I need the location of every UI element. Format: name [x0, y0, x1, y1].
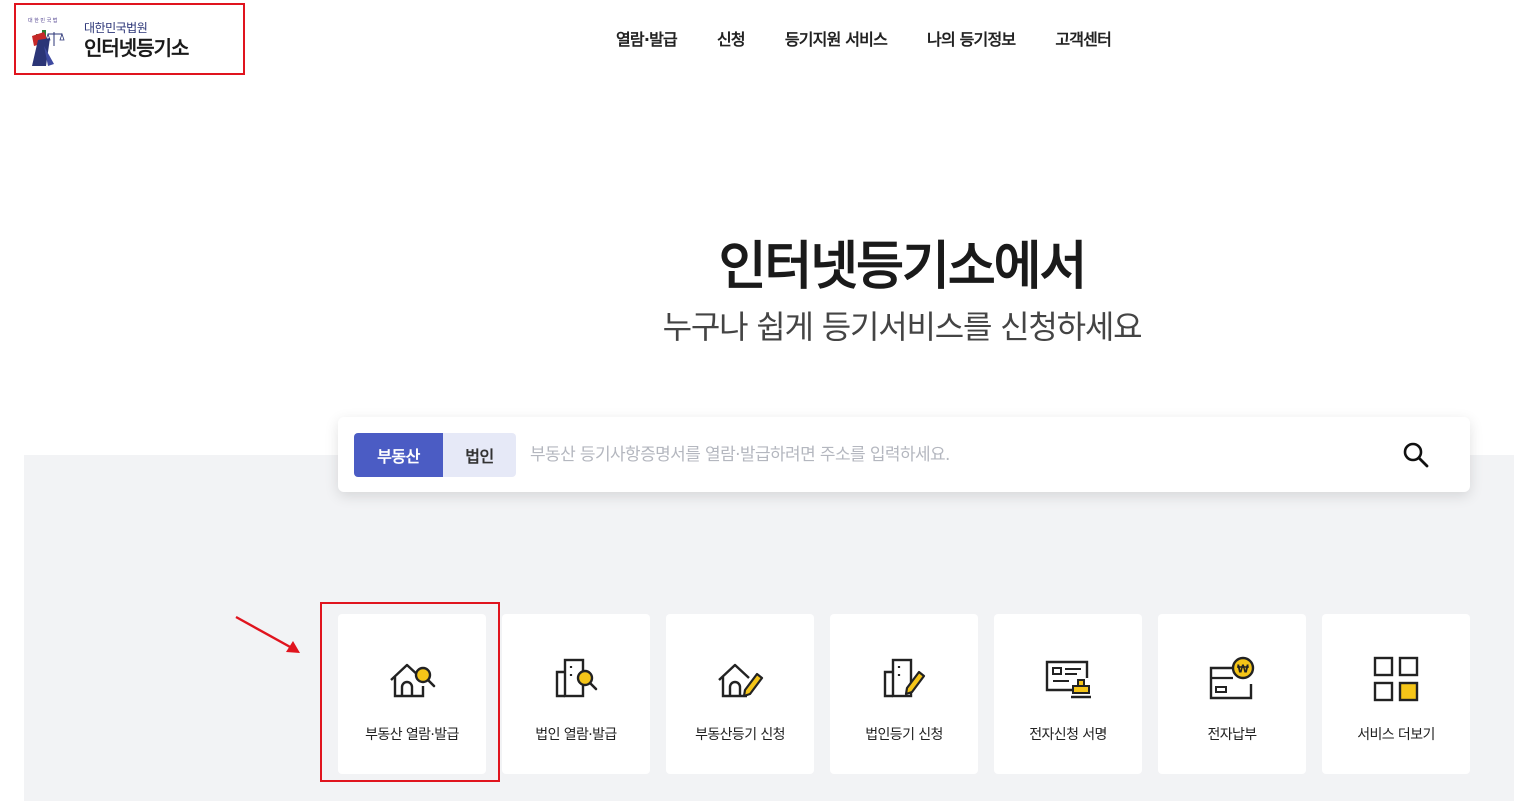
wallet-won-icon: ₩ — [1209, 656, 1255, 700]
search-icon — [1403, 442, 1429, 468]
service-label: 부동산등기 신청 — [695, 727, 785, 743]
nav-my-registry[interactable]: 나의 등기정보 — [927, 28, 1016, 52]
address-search-input[interactable] — [530, 433, 1370, 477]
service-label: 전자납부 — [1207, 727, 1257, 743]
building-pencil-icon — [883, 658, 926, 698]
red-arrow-icon — [235, 615, 300, 653]
main-nav: 열람·발급 신청 등기지원 서비스 나의 등기정보 고객센터 — [616, 28, 1151, 52]
building-search-icon — [555, 658, 598, 698]
service-label: 전자신청 서명 — [1029, 727, 1107, 743]
svg-text:₩: ₩ — [1237, 663, 1249, 676]
nav-view-issue[interactable]: 열람·발급 — [616, 28, 678, 52]
search-button[interactable] — [1398, 437, 1434, 473]
service-label: 법인 열람·발급 — [535, 727, 617, 743]
hero-title-text: 인터넷등기소에서 — [718, 237, 1088, 297]
service-label: 서비스 더보기 — [1357, 727, 1435, 743]
hero-subtitle-text: 누구나 쉽게 등기서비스를 신청하세요 — [662, 308, 1143, 346]
service-card-e-payment[interactable]: ₩ 전자납부 — [1158, 614, 1306, 774]
document-stamp-icon — [1045, 660, 1091, 699]
logo-highlight-box — [14, 3, 245, 75]
service-card-real-estate-apply[interactable]: 부동산등기 신청 — [666, 614, 814, 774]
service-highlight-box — [320, 602, 500, 782]
service-card-more[interactable]: 서비스 더보기 — [1322, 614, 1470, 774]
service-label: 법인등기 신청 — [865, 727, 943, 743]
grid-more-icon — [1373, 656, 1419, 702]
search-type-tabs: 부동산 법인 — [354, 433, 516, 477]
house-pencil-icon — [718, 663, 764, 698]
nav-customer-center[interactable]: 고객센터 — [1055, 28, 1111, 52]
hero-subtitle: 누구나 쉽게 등기서비스를 신청하세요 — [0, 302, 1514, 348]
service-card-e-sign[interactable]: 전자신청 서명 — [994, 614, 1142, 774]
service-card-corp-apply[interactable]: 법인등기 신청 — [830, 614, 978, 774]
nav-apply[interactable]: 신청 — [717, 28, 746, 52]
nav-registry-support[interactable]: 등기지원 서비스 — [785, 28, 888, 52]
tab-corporation[interactable]: 법인 — [443, 433, 516, 477]
search-panel: 부동산 법인 — [338, 417, 1470, 492]
hero-title: 인터넷등기소에서 — [0, 224, 1514, 299]
service-card-corp-view[interactable]: 법인 열람·발급 — [502, 614, 650, 774]
tab-real-estate[interactable]: 부동산 — [354, 433, 443, 477]
